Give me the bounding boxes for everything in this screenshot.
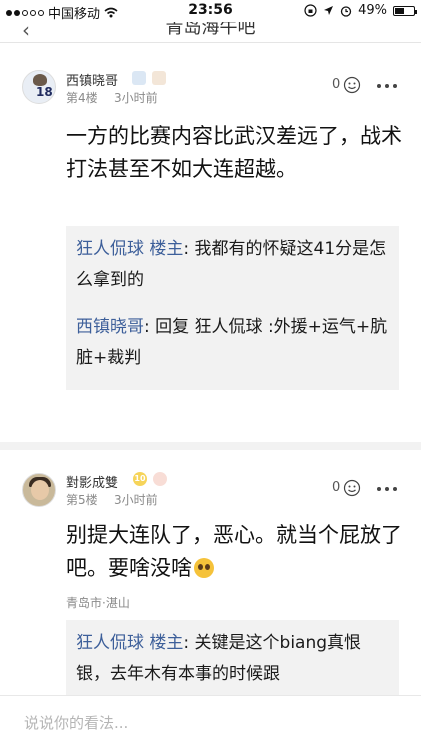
pleading-emoji-icon	[194, 558, 214, 578]
like-icon[interactable]	[343, 479, 361, 497]
comment-input[interactable]: 说说你的看法...	[24, 712, 128, 733]
more-options-icon[interactable]	[377, 487, 397, 491]
status-right: 49%	[304, 3, 417, 18]
reply-author[interactable]: 狂人侃球 楼主	[76, 633, 183, 653]
battery-percent: 49%	[358, 3, 387, 18]
header-divider	[0, 42, 421, 43]
reply-author[interactable]: 狂人侃球 楼主	[76, 239, 183, 259]
avatar[interactable]	[22, 473, 56, 507]
member-badge-icon	[132, 71, 146, 85]
like-icon[interactable]	[343, 76, 361, 94]
page-title: 青岛海牛吧	[165, 22, 256, 38]
post-separator	[0, 442, 421, 450]
reply-item[interactable]: 狂人侃球 楼主: 关键是这个biang真恨银，去年木有本事的时候跟	[76, 628, 390, 695]
post-username[interactable]: 西镇晓哥	[66, 70, 118, 89]
alarm-icon	[340, 5, 352, 17]
status-bar: 中国移动 23:56 49%	[0, 0, 421, 22]
post-content-text: 别提大连队了，恶心。就当个屁放了吧。要啥没啥	[66, 523, 402, 580]
battery-icon	[393, 5, 417, 16]
avatar[interactable]: 18	[22, 70, 56, 104]
location-arrow-icon	[324, 6, 334, 15]
heart-badge-icon	[153, 472, 167, 486]
post-content: 一方的比赛内容比武汉差远了，战术打法甚至不如大连超越。	[66, 124, 402, 181]
rotation-lock-icon	[304, 4, 317, 17]
like-count: 0	[332, 480, 341, 495]
level-badge-icon	[152, 71, 166, 85]
nav-header: ‹ 青岛海牛吧	[0, 22, 421, 42]
comment-input-bar[interactable]: 说说你的看法...	[0, 695, 421, 750]
post-content: 别提大连队了，恶心。就当个屁放了吧。要啥没啥	[66, 519, 402, 585]
post-location: 青岛市·湛山	[66, 596, 130, 610]
post-floor: 第5楼	[66, 493, 98, 507]
level-badge-icon: 10	[133, 472, 147, 486]
reply-item[interactable]: 西镇晓哥: 回复 狂人侃球 :外援+运气+肮脏+裁判	[76, 312, 390, 374]
post-username[interactable]: 對影成雙	[66, 472, 118, 491]
reply-author[interactable]: 西镇晓哥	[76, 317, 144, 337]
post-time: 3小时前	[114, 493, 158, 507]
more-options-icon[interactable]	[377, 84, 397, 88]
post-floor: 第4楼	[66, 91, 98, 105]
post-time: 3小时前	[114, 91, 158, 105]
like-count: 0	[332, 77, 341, 92]
reply-item[interactable]: 狂人侃球 楼主: 我都有的怀疑这41分是怎么拿到的	[76, 234, 390, 296]
